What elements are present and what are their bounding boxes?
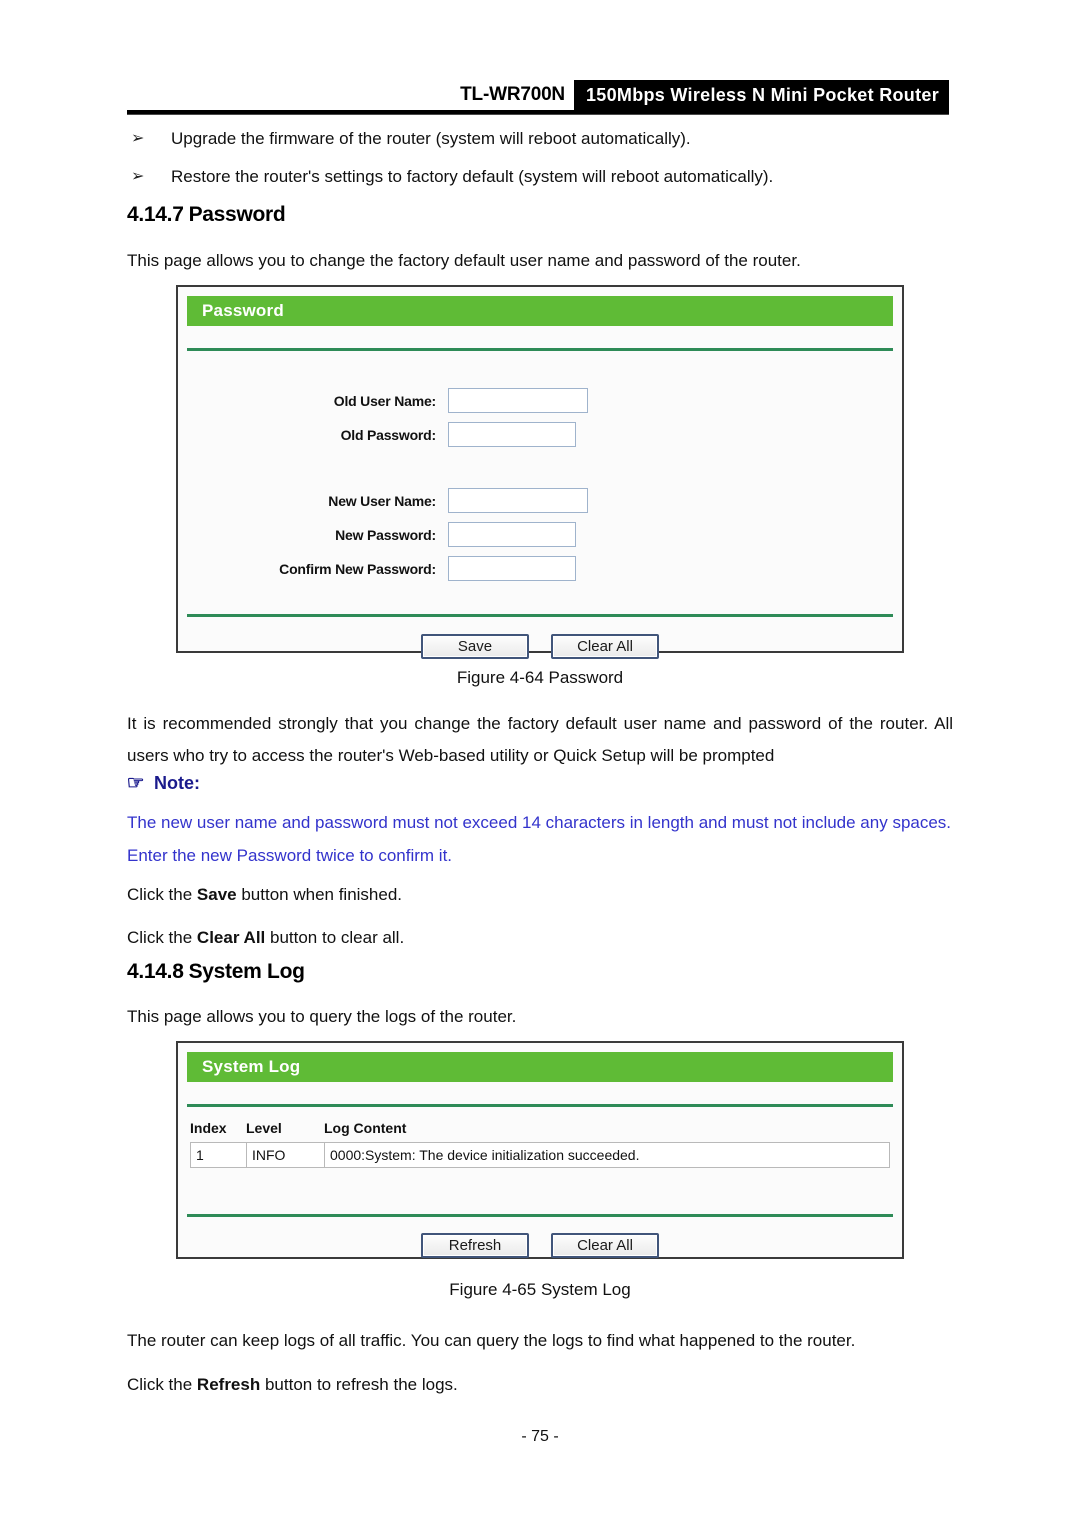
password-intro-paragraph: This page allows you to change the facto… xyxy=(127,251,801,270)
section-number: 4.14.7 xyxy=(127,203,184,226)
clear-all-keyword: Clear All xyxy=(196,928,266,947)
log-content-cell: 0000:System: The device initialization s… xyxy=(324,1143,889,1167)
feature-bullet-list: ➢ Upgrade the firmware of the router (sy… xyxy=(127,127,957,203)
document-page: TL-WR700N 150Mbps Wireless N Mini Pocket… xyxy=(0,0,1080,1527)
field-confirm-new-password: Confirm New Password: xyxy=(178,556,902,581)
panel-divider-bottom xyxy=(187,1214,893,1217)
panel-title: Password xyxy=(202,301,284,320)
column-header-index: Index xyxy=(190,1120,227,1136)
system-log-panel: System Log Index Level Log Content 1 INF… xyxy=(176,1041,904,1259)
system-log-body-paragraph: The router can keep logs of all traffic.… xyxy=(127,1331,856,1350)
figure-caption-password: Figure 4-64 Password xyxy=(456,668,624,687)
refresh-keyword: Refresh xyxy=(196,1375,261,1394)
table-row: 1 INFO 0000:System: The device initializ… xyxy=(190,1142,890,1168)
list-item: ➢ Upgrade the firmware of the router (sy… xyxy=(127,127,957,151)
form-spacer xyxy=(178,456,902,488)
section-heading-password: 4.14.7 Password xyxy=(127,203,286,227)
field-label: New User Name: xyxy=(328,492,436,509)
password-recommendation-paragraph: It is recommended strongly that you chan… xyxy=(127,714,953,765)
note-text: The new user name and password must not … xyxy=(127,813,952,865)
instruction-prefix: Click the xyxy=(127,928,197,947)
field-old-password: Old Password: xyxy=(178,422,902,447)
instruction-prefix: Click the xyxy=(127,885,197,904)
password-settings-panel: Password Old User Name: Old Password: Ne… xyxy=(176,285,904,659)
field-label: Old Password: xyxy=(340,426,437,443)
confirm-new-password-input[interactable] xyxy=(448,556,576,581)
old-user-name-input[interactable] xyxy=(448,388,588,413)
header-rule xyxy=(127,110,949,115)
log-index-cell: 1 xyxy=(190,1143,246,1167)
field-new-password: New Password: xyxy=(178,522,902,547)
list-item-text: Restore the router's settings to factory… xyxy=(171,167,774,186)
log-table: Index Level Log Content 1 INFO 0000:Syst… xyxy=(190,1120,890,1168)
figure-caption-system-log: Figure 4-65 System Log xyxy=(449,1280,631,1299)
router-tagline: 150Mbps Wireless N Mini Pocket Router xyxy=(573,80,949,110)
instruction-suffix: button when finished. xyxy=(236,885,403,904)
field-label: Confirm New Password: xyxy=(279,560,436,577)
clear-all-button[interactable]: Clear All xyxy=(551,634,659,659)
click-clear-all-instruction: Click the Clear All button to clear all. xyxy=(127,923,404,953)
refresh-button[interactable]: Refresh xyxy=(421,1233,529,1258)
field-old-user-name: Old User Name: xyxy=(178,388,902,413)
section-title: System Log xyxy=(188,960,305,983)
arrow-bullet-icon: ➢ xyxy=(131,168,145,185)
section-number: 4.14.8 xyxy=(127,960,184,983)
note-heading: ☞ Note: xyxy=(127,772,200,795)
click-save-instruction: Click the Save button when finished. xyxy=(127,880,402,910)
instruction-prefix: Click the xyxy=(127,1375,197,1394)
list-item: ➢ Restore the router's settings to facto… xyxy=(127,165,957,189)
system-log-intro-paragraph: This page allows you to query the logs o… xyxy=(127,1007,517,1026)
log-level-cell: INFO xyxy=(246,1143,324,1167)
router-model-name: TL-WR700N xyxy=(460,80,574,110)
field-label: Old User Name: xyxy=(333,392,436,409)
column-header-level: Level xyxy=(246,1120,282,1136)
column-header-log-content: Log Content xyxy=(324,1120,407,1136)
password-button-row: Save Clear All xyxy=(178,634,902,659)
field-label: New Password: xyxy=(335,526,436,543)
new-password-input[interactable] xyxy=(448,522,576,547)
panel-titlebar: Password xyxy=(187,296,893,326)
instruction-suffix: button to refresh the logs. xyxy=(260,1375,458,1394)
click-refresh-instruction: Click the Refresh button to refresh the … xyxy=(127,1370,458,1400)
system-log-button-row: Refresh Clear All xyxy=(178,1233,902,1258)
page-number: - 75 - xyxy=(521,1428,559,1445)
save-button[interactable]: Save xyxy=(421,634,529,659)
panel-titlebar: System Log xyxy=(187,1052,893,1082)
pointing-hand-icon: ☞ xyxy=(126,773,145,794)
old-password-input[interactable] xyxy=(448,422,576,447)
instruction-suffix: button to clear all. xyxy=(265,928,405,947)
clear-all-button[interactable]: Clear All xyxy=(551,1233,659,1258)
section-title: Password xyxy=(188,203,286,226)
panel-divider-bottom xyxy=(187,614,893,617)
running-header: TL-WR700N 150Mbps Wireless N Mini Pocket… xyxy=(127,80,949,110)
note-label: Note: xyxy=(154,773,201,793)
save-keyword: Save xyxy=(196,885,237,904)
new-user-name-input[interactable] xyxy=(448,488,588,513)
field-new-user-name: New User Name: xyxy=(178,488,902,513)
list-item-text: Upgrade the firmware of the router (syst… xyxy=(171,129,691,148)
log-table-header: Index Level Log Content xyxy=(190,1120,890,1142)
panel-title: System Log xyxy=(202,1057,301,1076)
section-heading-system-log: 4.14.8 System Log xyxy=(127,960,305,984)
password-form: Old User Name: Old Password: New User Na… xyxy=(178,351,902,581)
panel-divider-top xyxy=(187,1104,893,1107)
arrow-bullet-icon: ➢ xyxy=(131,130,145,147)
